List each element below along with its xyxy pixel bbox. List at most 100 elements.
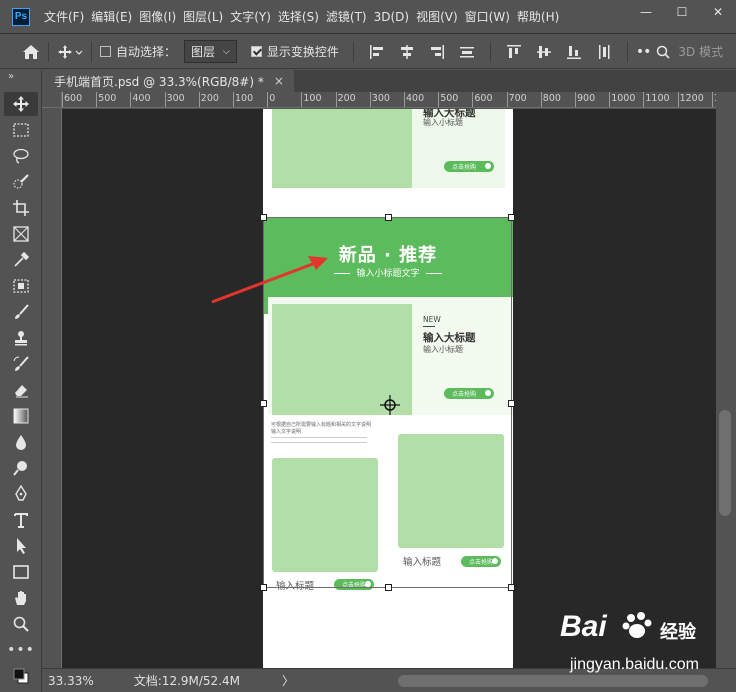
pen-tool-icon[interactable] — [4, 482, 38, 506]
menu-layer[interactable]: 图层(L) — [183, 8, 230, 25]
hand-tool-icon[interactable] — [4, 586, 38, 610]
layer-dropdown[interactable]: 图层 ⌵ — [184, 40, 237, 63]
ruler-label: 500 — [440, 93, 459, 104]
menu-image[interactable]: 图像(I) — [139, 8, 183, 25]
menu-type[interactable]: 文字(Y) — [230, 8, 278, 25]
frame-tool-icon[interactable] — [4, 222, 38, 246]
ruler-tick — [609, 92, 611, 107]
ruler-tick — [506, 92, 508, 107]
lasso-tool-icon[interactable] — [4, 144, 38, 168]
image-placeholder[interactable] — [272, 458, 378, 572]
watermark-url: jingyan.baidu.com — [570, 656, 699, 673]
search-icon[interactable] — [656, 45, 670, 59]
menu-help[interactable]: 帮助(H) — [517, 8, 566, 25]
document-tab[interactable]: 手机端首页.psd @ 33.3%(RGB/8#) * × — [42, 70, 294, 92]
status-arrow-icon[interactable]: 〉 — [282, 672, 294, 689]
menu-window[interactable]: 窗口(W) — [465, 8, 517, 25]
menu-3d[interactable]: 3D(D) — [374, 10, 416, 24]
dodge-tool-icon[interactable] — [4, 456, 38, 480]
show-transform-checkbox[interactable]: 显示变换控件 — [250, 43, 339, 60]
auto-select-checkbox[interactable]: 自动选择： — [100, 43, 176, 60]
ruler-tick — [472, 92, 474, 107]
healing-brush-tool-icon[interactable] — [4, 274, 38, 298]
ruler-label: 1000 — [611, 93, 636, 104]
history-brush-tool-icon[interactable] — [4, 352, 38, 376]
ruler-corner — [42, 92, 62, 108]
ruler-tick — [198, 92, 200, 107]
baidu-jingyan-watermark: Bai 经验 jingyan.baidu.com — [560, 610, 710, 684]
chevron-down-icon: ⌵ — [223, 46, 230, 57]
description-line-2: 输入文字说明 — [271, 429, 302, 435]
align-hcenter-icon[interactable] — [399, 44, 415, 60]
image-placeholder[interactable] — [272, 109, 412, 188]
product-subtitle: 输入小标题 — [423, 345, 463, 354]
minimize-button[interactable]: — — [628, 0, 664, 24]
document-size: 文档:12.9M/52.4M — [133, 674, 240, 688]
move-tool-preset-icon[interactable] — [57, 44, 83, 60]
menu-edit[interactable]: 编辑(E) — [91, 8, 139, 25]
path-selection-tool-icon[interactable] — [4, 534, 38, 558]
menu-select[interactable]: 选择(S) — [278, 8, 326, 25]
horizontal-ruler[interactable]: 600 500 400 300 200 100 0 100 200 300 400 500 600 700… — [62, 92, 716, 108]
ruler-label: 800 — [542, 93, 561, 104]
zoom-tool-icon[interactable] — [4, 612, 38, 636]
close-button[interactable]: ✕ — [700, 0, 736, 24]
more-tools-icon[interactable]: ••• — [4, 638, 38, 662]
maximize-button[interactable]: ☐ — [664, 0, 700, 24]
description-placeholder-line — [271, 442, 367, 443]
eyedropper-tool-icon[interactable] — [4, 248, 38, 272]
artboard[interactable]: 输入大标题 输入小标题 点击抢购 新品 · 推荐 输入小标题文字 NEW 输入大… — [263, 109, 513, 668]
distribute-vertical-icon[interactable] — [596, 44, 612, 60]
home-icon[interactable] — [22, 44, 40, 60]
card-title: 输入标题 — [276, 581, 315, 592]
color-swatches-icon[interactable] — [4, 664, 38, 688]
buy-button[interactable]: 点击抢购 — [444, 161, 494, 172]
ruler-tick — [575, 92, 576, 107]
options-bar: 自动选择： 图层 ⌵ 显示变换控件 •• 3D 模式 — [0, 35, 736, 69]
ruler-label: 500 — [98, 93, 117, 104]
reference-point-icon[interactable] — [380, 395, 400, 415]
scroll-thumb[interactable] — [719, 410, 731, 516]
canvas-area[interactable]: 输入大标题 输入小标题 点击抢购 新品 · 推荐 输入小标题文字 NEW 输入大… — [62, 109, 716, 668]
marquee-tool-icon[interactable] — [4, 118, 38, 142]
align-vcenter-icon[interactable] — [536, 44, 552, 60]
menu-view[interactable]: 视图(V) — [416, 8, 465, 25]
rectangle-tool-icon[interactable] — [4, 560, 38, 584]
vertical-scrollbar[interactable] — [716, 92, 736, 668]
buy-button[interactable]: 点击抢购 — [334, 579, 374, 590]
align-top-icon[interactable] — [506, 44, 522, 60]
eraser-tool-icon[interactable] — [4, 378, 38, 402]
type-tool-icon[interactable] — [4, 508, 38, 532]
zoom-level[interactable]: 33.33% — [48, 674, 94, 688]
align-right-icon[interactable] — [429, 44, 445, 60]
menu-filter[interactable]: 滤镜(T) — [326, 8, 374, 25]
align-bottom-icon[interactable] — [566, 44, 582, 60]
section-subtitle: 输入小标题 — [423, 118, 463, 127]
crop-tool-icon[interactable] — [4, 196, 38, 220]
buy-button[interactable]: 点击抢购 — [461, 556, 501, 567]
collapse-panel-icon[interactable]: » — [0, 70, 41, 92]
ruler-label: 100 — [235, 93, 254, 104]
buy-button[interactable]: 点击抢购 — [444, 388, 494, 399]
window-controls: — ☐ ✕ — [628, 0, 736, 24]
close-tab-icon[interactable]: × — [274, 74, 284, 88]
image-placeholder[interactable] — [398, 434, 504, 548]
move-tool-icon[interactable] — [4, 92, 38, 116]
brush-tool-icon[interactable] — [4, 300, 38, 324]
quick-selection-tool-icon[interactable] — [4, 170, 38, 194]
gradient-tool-icon[interactable] — [4, 404, 38, 428]
document-tab-title: 手机端首页.psd @ 33.3%(RGB/8#) * — [54, 74, 264, 89]
ruler-label: 300 — [371, 93, 390, 104]
divider — [626, 41, 628, 62]
blur-tool-icon[interactable] — [4, 430, 38, 454]
more-options-icon[interactable]: •• — [636, 44, 651, 60]
align-left-icon[interactable] — [369, 44, 385, 60]
stamp-tool-icon[interactable] — [4, 326, 38, 350]
watermark-jingyan: 经验 — [660, 622, 696, 643]
ruler-tick — [96, 92, 98, 107]
ruler-label: 100 — [303, 93, 322, 104]
vertical-ruler[interactable] — [42, 108, 62, 668]
menu-file[interactable]: 文件(F) — [44, 8, 91, 25]
product-title: 输入大标题 — [423, 332, 476, 344]
distribute-horizontal-icon[interactable] — [459, 44, 475, 60]
